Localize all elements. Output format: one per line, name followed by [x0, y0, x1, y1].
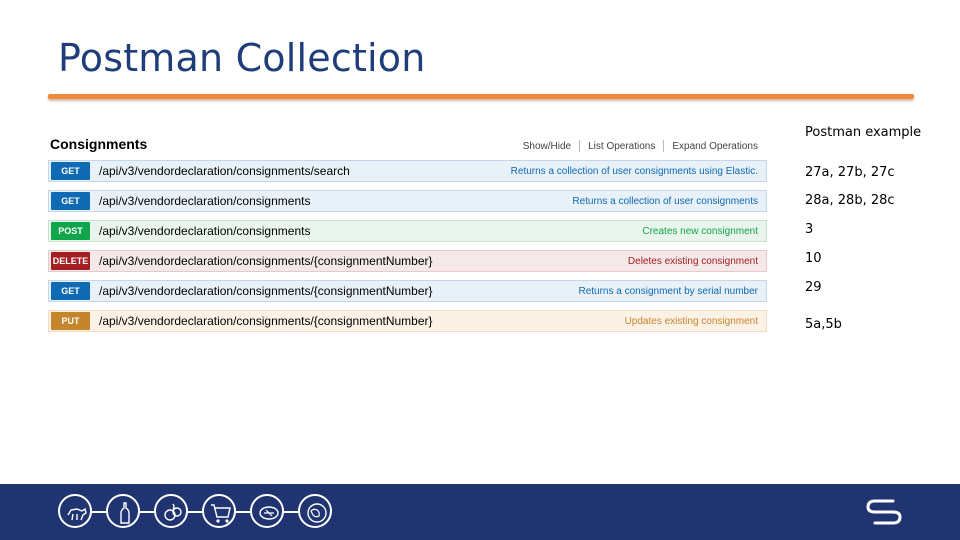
globe-icon	[298, 494, 332, 528]
resource-header-links: Show/Hide List Operations Expand Operati…	[523, 140, 758, 152]
method-badge-get[interactable]: GET	[51, 192, 90, 210]
operation-summary[interactable]: Updates existing consignment	[625, 316, 758, 327]
slide-title: Postman Collection	[58, 36, 426, 80]
method-badge-get[interactable]: GET	[51, 162, 90, 180]
livestock-icon	[58, 494, 92, 528]
method-badge-put[interactable]: PUT	[51, 312, 90, 330]
method-badge-get[interactable]: GET	[51, 282, 90, 300]
operation-summary[interactable]: Returns a collection of user consignment…	[511, 166, 758, 177]
operation-row-delete[interactable]: DELETE /api/v3/vendordeclaration/consign…	[48, 250, 767, 272]
operation-summary[interactable]: Creates new consignment	[642, 226, 758, 237]
expand-operations-link[interactable]: Expand Operations	[672, 141, 758, 152]
method-badge-delete[interactable]: DELETE	[51, 252, 90, 270]
operation-path[interactable]: /api/v3/vendordeclaration/consignments	[99, 194, 310, 208]
shopping-cart-icon	[202, 494, 236, 528]
wine-bottle-icon	[106, 494, 140, 528]
operation-path[interactable]: /api/v3/vendordeclaration/consignments/s…	[99, 164, 350, 178]
operation-row-post-create[interactable]: POST /api/v3/vendordeclaration/consignme…	[48, 220, 767, 242]
steak-icon	[250, 494, 284, 528]
postman-example-item: 3	[805, 222, 814, 237]
operation-path[interactable]: /api/v3/vendordeclaration/consignments/{…	[99, 314, 433, 328]
postman-example-item: 28a, 28b, 28c	[805, 193, 895, 208]
operation-row-get-list[interactable]: GET /api/v3/vendordeclaration/consignmen…	[48, 190, 767, 212]
show-hide-link[interactable]: Show/Hide	[523, 141, 571, 152]
operation-summary[interactable]: Returns a consignment by serial number	[578, 286, 758, 297]
operation-row-get-by-number[interactable]: GET /api/v3/vendordeclaration/consignmen…	[48, 280, 767, 302]
method-badge-post[interactable]: POST	[51, 222, 90, 240]
operation-summary[interactable]: Returns a collection of user consignment…	[572, 196, 758, 207]
api-resource-panel: Consignments Show/Hide List Operations E…	[48, 132, 768, 332]
api-resource-header: Consignments Show/Hide List Operations E…	[48, 132, 768, 158]
link-separator	[579, 140, 581, 152]
postman-example-item: 5a,5b	[805, 317, 842, 332]
title-divider	[48, 94, 914, 99]
operation-row-put-update[interactable]: PUT /api/v3/vendordeclaration/consignmen…	[48, 310, 767, 332]
operation-path[interactable]: /api/v3/vendordeclaration/consignments	[99, 224, 310, 238]
postman-example-item: 29	[805, 280, 822, 295]
postman-example-item: 10	[805, 251, 822, 266]
postman-examples-header: Postman example	[805, 125, 922, 140]
operation-path[interactable]: /api/v3/vendordeclaration/consignments/{…	[99, 254, 433, 268]
resource-name[interactable]: Consignments	[50, 136, 147, 152]
list-operations-link[interactable]: List Operations	[588, 141, 655, 152]
operation-path[interactable]: /api/v3/vendordeclaration/consignments/{…	[99, 284, 433, 298]
company-logo-icon	[863, 496, 905, 533]
footer-bar	[0, 484, 960, 540]
produce-icon	[154, 494, 188, 528]
operation-summary[interactable]: Deletes existing consignment	[628, 256, 758, 267]
link-separator	[663, 140, 665, 152]
operation-row-get-search[interactable]: GET /api/v3/vendordeclaration/consignmen…	[48, 160, 767, 182]
postman-example-item: 27a, 27b, 27c	[805, 165, 895, 180]
